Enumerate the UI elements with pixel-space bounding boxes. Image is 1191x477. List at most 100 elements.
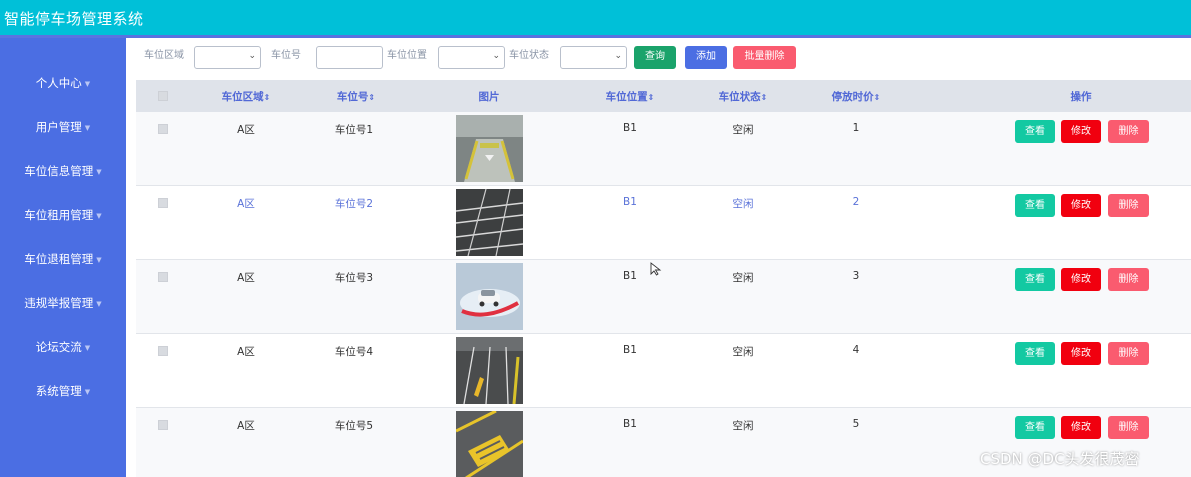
cell-status: 空闲 bbox=[732, 198, 754, 210]
cell-duration: 2 bbox=[852, 196, 860, 208]
delete-button[interactable]: 删除 bbox=[1108, 268, 1149, 291]
view-button[interactable]: 查看 bbox=[1015, 416, 1055, 439]
row-checkbox[interactable] bbox=[158, 124, 168, 134]
view-button[interactable]: 查看 bbox=[1015, 268, 1055, 291]
cell-status: 空闲 bbox=[732, 346, 754, 358]
sidebar-item-label: 车位信息管理 bbox=[24, 164, 94, 178]
sort-icon: ⇕ bbox=[647, 93, 655, 102]
area-select[interactable]: ⌄ bbox=[194, 46, 261, 69]
edit-button[interactable]: 修改 bbox=[1061, 194, 1101, 217]
header-position[interactable]: 车位位置⇕ bbox=[580, 89, 680, 104]
cell-status: 空闲 bbox=[732, 272, 754, 284]
sidebar-item-label: 系统管理 bbox=[35, 384, 82, 398]
table-row: A区 车位号2 B1 空闲 2 查看 修改 删除 bbox=[136, 186, 1191, 260]
cell-position: B1 bbox=[623, 270, 637, 282]
area-label: 车位区域 bbox=[144, 50, 184, 61]
mouse-pointer-icon bbox=[650, 262, 662, 276]
edit-button[interactable]: 修改 bbox=[1061, 268, 1101, 291]
app-header: 智能停车场管理系统 bbox=[0, 0, 1191, 38]
query-button[interactable]: 查询 bbox=[634, 46, 676, 69]
search-bar: 车位区域 ⌄ 车位号 车位位置 ⌄ 车位状态 ⌄ 查询 添加 批量删除 bbox=[126, 38, 1191, 80]
status-select[interactable]: ⌄ bbox=[560, 46, 627, 69]
header-label: 车位号 bbox=[336, 91, 369, 103]
parking-photo[interactable] bbox=[456, 115, 523, 182]
sidebar-item-label: 个人中心 bbox=[35, 76, 82, 90]
sidebar-item-user-management[interactable]: 用户管理 ▼ bbox=[0, 112, 126, 142]
sort-icon: ⇕ bbox=[873, 93, 881, 102]
sidebar-item-forum[interactable]: 论坛交流 ▼ bbox=[0, 332, 126, 362]
select-all-checkbox[interactable] bbox=[158, 91, 168, 101]
sidebar-item-space-rental[interactable]: 车位租用管理 ▼ bbox=[0, 200, 126, 230]
header-area[interactable]: 车位区域⇕ bbox=[196, 89, 296, 104]
cell-position: B1 bbox=[623, 344, 637, 356]
chevron-down-icon: ▼ bbox=[96, 211, 102, 220]
delete-button[interactable]: 删除 bbox=[1108, 342, 1149, 365]
sidebar-item-label: 违规举报管理 bbox=[24, 296, 94, 310]
app-title: 智能停车场管理系统 bbox=[4, 10, 144, 28]
cell-number: 车位号4 bbox=[334, 346, 374, 358]
sidebar-item-personal-center[interactable]: 个人中心 ▼ bbox=[0, 68, 126, 98]
row-checkbox[interactable] bbox=[158, 420, 168, 430]
delete-button[interactable]: 删除 bbox=[1108, 120, 1149, 143]
parking-photo[interactable] bbox=[456, 189, 523, 256]
sidebar-item-label: 车位退租管理 bbox=[24, 252, 94, 266]
header-image: 图片 bbox=[478, 91, 500, 103]
chevron-down-icon: ⌄ bbox=[614, 51, 622, 61]
parking-space-table: 车位区域⇕ 车位号⇕ 图片 车位位置⇕ 车位状态⇕ 停放时价⇕ 操作 A区 车位… bbox=[136, 80, 1191, 477]
chevron-down-icon: ▼ bbox=[84, 343, 91, 352]
sidebar-item-space-return[interactable]: 车位退租管理 ▼ bbox=[0, 244, 126, 274]
cell-duration: 1 bbox=[852, 122, 860, 134]
row-checkbox[interactable] bbox=[158, 272, 168, 282]
parking-photo[interactable] bbox=[456, 263, 523, 330]
header-label: 车位位置 bbox=[605, 91, 648, 103]
cell-area: A区 bbox=[237, 346, 255, 358]
edit-button[interactable]: 修改 bbox=[1061, 416, 1101, 439]
view-button[interactable]: 查看 bbox=[1015, 194, 1055, 217]
sidebar-item-label: 车位租用管理 bbox=[24, 208, 94, 222]
header-status[interactable]: 车位状态⇕ bbox=[693, 89, 793, 104]
sort-icon: ⇕ bbox=[760, 93, 768, 102]
table-row: A区 车位号3 B1 空闲 3 查看 修改 删除 bbox=[136, 260, 1191, 334]
row-checkbox[interactable] bbox=[158, 346, 168, 356]
header-duration[interactable]: 停放时价⇕ bbox=[806, 89, 906, 104]
table-header: 车位区域⇕ 车位号⇕ 图片 车位位置⇕ 车位状态⇕ 停放时价⇕ 操作 bbox=[136, 80, 1191, 112]
chevron-down-icon: ▼ bbox=[96, 299, 102, 308]
cell-status: 空闲 bbox=[732, 420, 754, 432]
delete-button[interactable]: 删除 bbox=[1108, 416, 1149, 439]
sidebar-item-space-info[interactable]: 车位信息管理 ▼ bbox=[0, 156, 126, 186]
sort-icon: ⇕ bbox=[368, 93, 376, 102]
delete-button[interactable]: 删除 bbox=[1108, 194, 1149, 217]
cell-area: A区 bbox=[237, 420, 255, 432]
table-row: A区 车位号4 B1 空闲 4 查看 修改 删除 bbox=[136, 334, 1191, 408]
chevron-down-icon: ▼ bbox=[96, 255, 102, 264]
chevron-down-icon: ▼ bbox=[84, 79, 91, 88]
batch-delete-button[interactable]: 批量删除 bbox=[733, 46, 796, 69]
row-checkbox[interactable] bbox=[158, 198, 168, 208]
cell-number: 车位号5 bbox=[334, 420, 374, 432]
cell-number: 车位号3 bbox=[334, 272, 374, 284]
header-label: 车位区域 bbox=[221, 91, 264, 103]
view-button[interactable]: 查看 bbox=[1015, 342, 1055, 365]
sidebar-item-violation-report[interactable]: 违规举报管理 ▼ bbox=[0, 288, 126, 318]
parking-photo[interactable] bbox=[456, 411, 523, 477]
cell-duration: 4 bbox=[852, 344, 860, 356]
sidebar-item-label: 论坛交流 bbox=[35, 340, 82, 354]
header-actions: 操作 bbox=[1070, 91, 1092, 103]
edit-button[interactable]: 修改 bbox=[1061, 120, 1101, 143]
view-button[interactable]: 查看 bbox=[1015, 120, 1055, 143]
edit-button[interactable]: 修改 bbox=[1061, 342, 1101, 365]
number-label: 车位号 bbox=[271, 50, 301, 61]
parking-photo[interactable] bbox=[456, 337, 523, 404]
cell-duration: 5 bbox=[852, 418, 860, 430]
chevron-down-icon: ▼ bbox=[84, 387, 91, 396]
number-input[interactable] bbox=[316, 46, 383, 69]
sidebar-item-system[interactable]: 系统管理 ▼ bbox=[0, 376, 126, 406]
chevron-down-icon: ▼ bbox=[84, 123, 91, 132]
add-button[interactable]: 添加 bbox=[685, 46, 727, 69]
header-number[interactable]: 车位号⇕ bbox=[306, 89, 406, 104]
position-select[interactable]: ⌄ bbox=[438, 46, 505, 69]
cell-duration: 3 bbox=[852, 270, 860, 282]
table-row: A区 车位号1 B1 空闲 1 查看 修改 删除 bbox=[136, 112, 1191, 186]
sidebar-item-label: 用户管理 bbox=[35, 120, 82, 134]
cell-position: B1 bbox=[623, 122, 637, 134]
